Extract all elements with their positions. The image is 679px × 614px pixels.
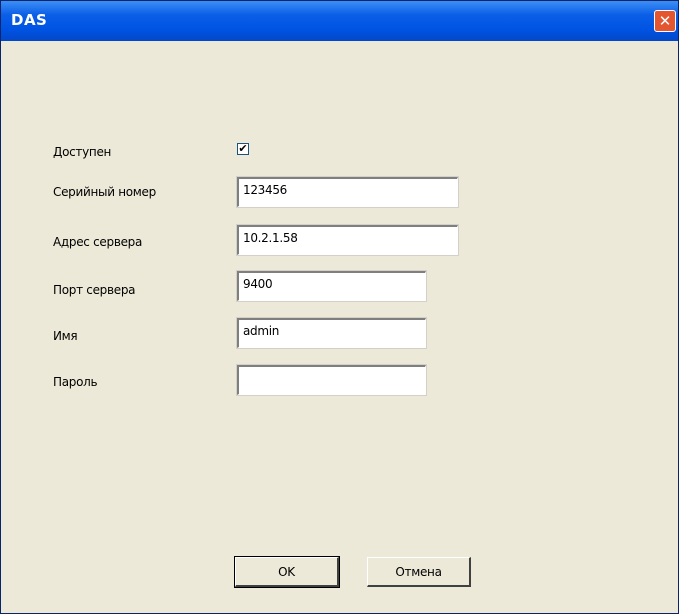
title-bar[interactable]: DAS ✕ bbox=[1, 1, 678, 41]
server-address-field[interactable]: 10.2.1.58 bbox=[237, 225, 458, 255]
serial-number-field[interactable]: 123456 bbox=[237, 177, 458, 207]
enabled-checkbox[interactable]: ✔ bbox=[237, 143, 249, 155]
name-field[interactable]: admin bbox=[237, 318, 426, 348]
das-dialog: DAS ✕ Доступен ✔ Серийный номер 123456 А… bbox=[0, 0, 679, 614]
name-label: Имя bbox=[53, 329, 78, 343]
password-label: Пароль bbox=[53, 375, 98, 389]
checkmark-icon: ✔ bbox=[238, 142, 248, 155]
server-port-label: Порт сервера bbox=[53, 283, 136, 297]
server-port-field[interactable]: 9400 bbox=[237, 271, 426, 301]
enabled-label: Доступен bbox=[53, 145, 112, 159]
close-button[interactable]: ✕ bbox=[654, 10, 676, 32]
serial-number-label: Серийный номер bbox=[53, 185, 156, 199]
ok-button[interactable]: OK bbox=[234, 556, 340, 588]
password-field[interactable] bbox=[237, 365, 426, 395]
server-address-label: Адрес сервера bbox=[53, 235, 143, 249]
close-icon: ✕ bbox=[658, 12, 672, 30]
window-title: DAS bbox=[11, 11, 48, 29]
cancel-button[interactable]: Отмена bbox=[367, 557, 471, 587]
